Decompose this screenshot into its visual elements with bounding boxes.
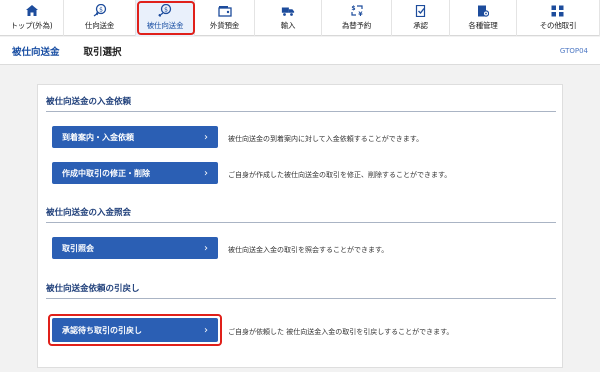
approve-icon xyxy=(414,4,428,17)
chevron-right-icon: › xyxy=(204,131,208,143)
section-title-request-withdrawal: 被仕向送金依頼の引戻し xyxy=(46,282,556,299)
nav-item-import[interactable]: 輸入 xyxy=(255,0,322,36)
exchange-contract-icon: $ ¥ xyxy=(350,4,364,17)
svg-text:¥: ¥ xyxy=(358,11,363,17)
nav-item-approval[interactable]: 承認 xyxy=(392,0,450,36)
svg-text:$: $ xyxy=(164,6,168,13)
screen-code: GTOP04 xyxy=(559,46,588,55)
management-icon xyxy=(476,4,490,17)
import-icon xyxy=(281,4,295,17)
nav-item-foreign-deposit[interactable]: 外貨預金 xyxy=(195,0,255,36)
page-title: 被仕向送金 xyxy=(12,46,60,58)
withdraw-pending-approval-button[interactable]: 承認待ち取引の引戻し › xyxy=(52,318,218,342)
nav-item-management[interactable]: 各種管理 xyxy=(450,0,517,36)
nav-item-outward-remittance[interactable]: $ 仕向送金 xyxy=(64,0,136,36)
send-money-icon: $ xyxy=(93,4,107,17)
svg-text:$: $ xyxy=(99,6,103,13)
nav-item-inward-remittance[interactable]: $ 被仕向送金 xyxy=(136,0,195,36)
arrival-notice-description: 被仕向送金の到着案内に対して入金依頼することができます。 xyxy=(228,135,424,143)
chevron-right-icon: › xyxy=(204,324,208,336)
arrival-notice-deposit-request-button[interactable]: 到着案内・入金依頼 › xyxy=(52,126,218,148)
transaction-inquiry-description: 被仕向送金入金の取引を照会することができます。 xyxy=(228,246,389,254)
page-subtitle: 取引選択 xyxy=(83,46,122,58)
page-title-bar: 被仕向送金 取引選択 GTOP04 xyxy=(0,37,600,65)
nav-item-other-transactions[interactable]: その他取引 xyxy=(517,0,600,36)
section-title-deposit-request: 被仕向送金の入金依頼 xyxy=(46,95,556,112)
section-title-deposit-inquiry: 被仕向送金の入金照会 xyxy=(46,206,556,223)
chevron-right-icon: › xyxy=(204,242,208,254)
edit-delete-draft-description: ご自身が作成した被仕向送金の取引を修正、削除することができます。 xyxy=(228,171,452,179)
nav-item-top[interactable]: トップ(外為) xyxy=(0,0,64,36)
transaction-inquiry-button[interactable]: 取引照会 › xyxy=(52,237,218,259)
withdraw-pending-approval-description: ご自身が依頼した 被仕向送金入金の取引を引戻しすることができます。 xyxy=(228,328,454,336)
chevron-right-icon: › xyxy=(204,167,208,179)
svg-text:$: $ xyxy=(351,5,355,12)
deposit-icon xyxy=(217,4,232,17)
other-transactions-icon xyxy=(551,4,565,17)
top-navigation: トップ(外為) $ 仕向送金 $ 被仕向送金 外貨預金 輸入 $ ¥ 為替予約 承… xyxy=(0,0,600,36)
transaction-selection-panel: 被仕向送金の入金依頼 到着案内・入金依頼 › 被仕向送金の到着案内に対して入金依… xyxy=(37,84,563,368)
edit-delete-draft-button[interactable]: 作成中取引の修正・削除 › xyxy=(52,162,218,184)
nav-item-fx-contract[interactable]: $ ¥ 為替予約 xyxy=(322,0,392,36)
receive-money-icon: $ xyxy=(158,4,172,17)
home-icon xyxy=(25,4,39,17)
